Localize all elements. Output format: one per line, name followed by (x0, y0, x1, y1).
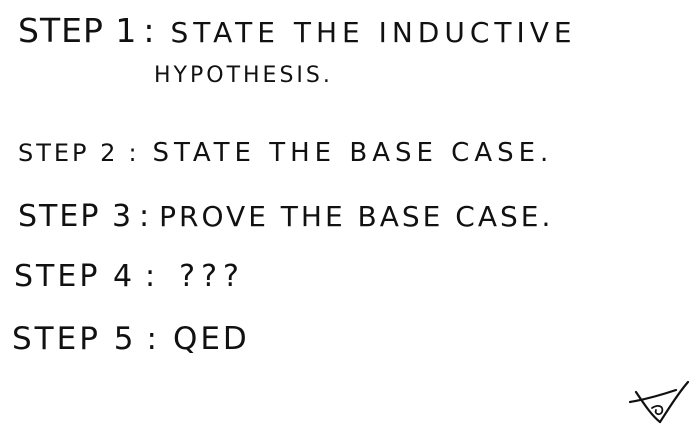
step-2-label: STEP 2 (18, 139, 119, 167)
step-4: STEP 4:??? (14, 262, 245, 292)
step-5-label: STEP 5 (12, 321, 137, 357)
step-1-label: STEP 1 (18, 11, 138, 50)
step-3: STEP 3: PROVE THE BASE CASE. (18, 202, 553, 232)
step-4-colon: : (145, 259, 158, 294)
step-1-colon: : (143, 11, 157, 50)
step-3-text: PROVE THE BASE CASE. (159, 200, 554, 233)
step-2-colon: : (128, 139, 139, 167)
handwritten-note: STEP 1: STATE THE INDUCTIVE HYPOTHESIS. S… (0, 0, 700, 434)
step-4-label: STEP 4 (14, 259, 136, 294)
step-2-text: STATE THE BASE CASE. (152, 138, 554, 168)
step-4-text: ??? (179, 259, 245, 294)
step-3-colon: : (139, 199, 152, 234)
handwritten-signature-mark (628, 380, 690, 424)
step-5-text: QED (172, 321, 250, 357)
step-5: STEP 5: QED (12, 324, 250, 355)
step-1: STEP 1: STATE THE INDUCTIVE (18, 14, 577, 47)
step-5-colon: : (146, 321, 159, 357)
step-1-text: STATE THE INDUCTIVE (170, 16, 577, 49)
step-3-label: STEP 3 (18, 199, 134, 234)
step-1-text-continued: HYPOTHESIS. (154, 63, 333, 88)
step-2: STEP 2: STATE THE BASE CASE. (18, 140, 553, 166)
